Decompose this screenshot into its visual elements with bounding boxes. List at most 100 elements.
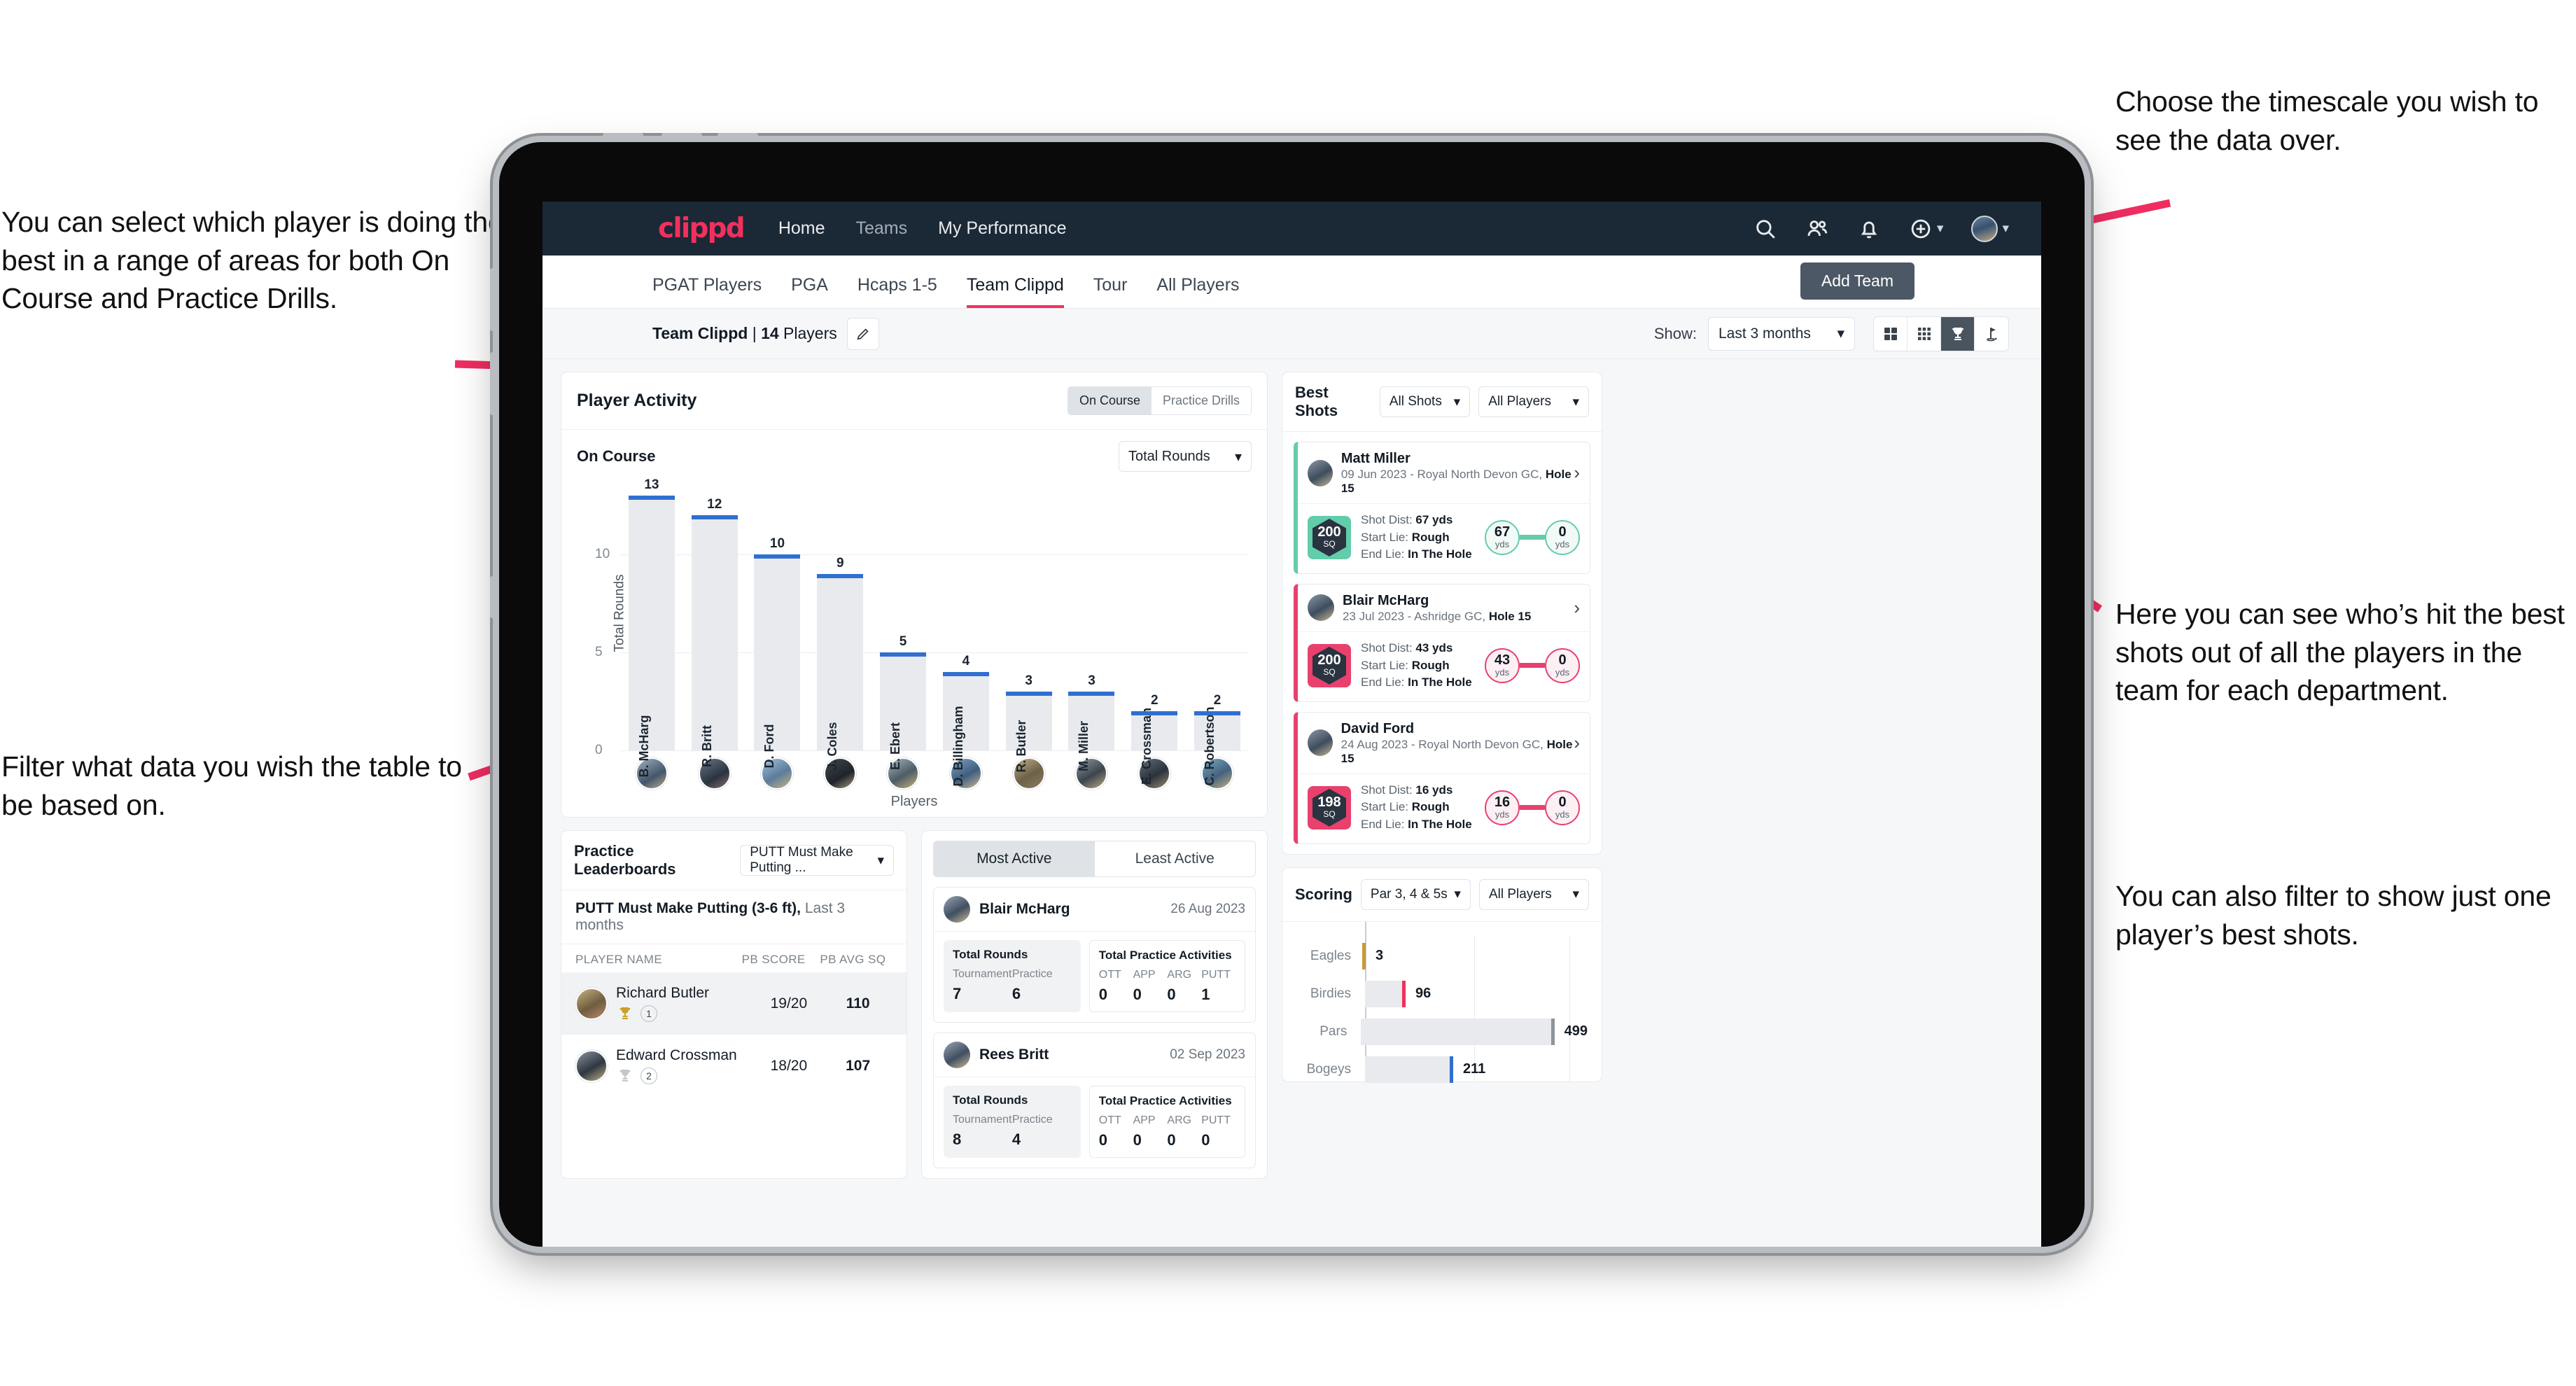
chevron-right-icon[interactable]: ›: [1574, 462, 1580, 484]
tab-team-clippd[interactable]: Team Clippd: [966, 275, 1064, 308]
flag-icon-button[interactable]: [1975, 317, 2008, 351]
scoring-player-filter[interactable]: All Players ▾: [1478, 878, 1589, 910]
best-shots-player-filter[interactable]: All Players ▾: [1478, 386, 1589, 417]
bar-category: B. McHarg: [636, 715, 651, 778]
player-name: Blair McHarg: [1343, 592, 1429, 608]
scoring-par-filter[interactable]: Par 3, 4 & 5s ▾: [1360, 878, 1471, 910]
tab-hcaps-1-5[interactable]: Hcaps 1-5: [858, 275, 937, 308]
segment-practice-drills[interactable]: Practice Drills: [1151, 387, 1251, 414]
nav-link-my-performance[interactable]: My Performance: [938, 218, 1066, 239]
segment-on-course[interactable]: On Course: [1068, 387, 1152, 414]
grid-small-icon-button[interactable]: [1907, 316, 1941, 351]
nav-icon-group: ▾ ▾: [1754, 215, 2009, 242]
metric-value: Total Rounds: [1128, 448, 1210, 464]
pb-score: 19/20: [770, 995, 808, 1011]
trophy-icon-button[interactable]: [1941, 316, 1975, 351]
shot-dist-value: 43 yds: [1415, 640, 1453, 654]
activity-date: 26 Aug 2023: [1170, 902, 1245, 916]
table-row[interactable]: Edward Crossman 2 18/20 107: [561, 1035, 906, 1097]
best-shots-shot-filter[interactable]: All Shots ▾: [1379, 386, 1471, 417]
bar-category: M. Miller: [1077, 720, 1091, 772]
practice-label: PUTT: [1201, 1114, 1231, 1126]
bar-group: 10 D. Ford: [746, 476, 809, 769]
practice-label: ARG: [1167, 1114, 1192, 1126]
rounds-label: Practice: [1011, 1114, 1053, 1126]
best-shot-card[interactable]: Blair McHarg 23 Jul 2023 - Ashridge GC, …: [1294, 583, 1590, 702]
shot-details: Shot Dist: 67 yds Start Lie: Rough End L…: [1361, 512, 1472, 564]
best-shot-card[interactable]: Matt Miller 09 Jun 2023 - Royal North De…: [1294, 442, 1590, 574]
badge-value: 198: [1317, 794, 1341, 810]
player-activity-chart: Total Rounds 0 5 10 13 B. McHarg 12 R. Bri…: [577, 476, 1252, 787]
shot-date-course: 24 Aug 2023 - Royal North Devon GC,: [1340, 737, 1547, 751]
people-icon[interactable]: [1805, 217, 1829, 241]
tab-pgat-players[interactable]: PGAT Players: [652, 275, 762, 308]
timescale-select[interactable]: Last 3 months ▾: [1708, 316, 1855, 351]
chevron-right-icon[interactable]: ›: [1574, 597, 1580, 619]
bar-group: 3 M. Miller: [1060, 476, 1124, 771]
distance-to-unit: yds: [1555, 667, 1570, 678]
bar-category: R. Butler: [1014, 720, 1028, 773]
avatar: [944, 896, 970, 923]
activity-tabs: Most Active Least Active: [933, 841, 1256, 877]
drill-select[interactable]: PUTT Must Make Putting ... ▾: [740, 845, 894, 876]
shot-distance-visual: 16 yds 0 yds: [1485, 790, 1580, 825]
bar-value: 9: [836, 555, 844, 570]
total-rounds-title: Total Rounds: [953, 1093, 1028, 1107]
tab-least-active[interactable]: Least Active: [1094, 841, 1255, 876]
clippd-logo[interactable]: clippd: [658, 213, 746, 244]
shot-dist-label: Shot Dist:: [1361, 783, 1416, 797]
bar-value: 12: [707, 497, 722, 512]
chevron-right-icon[interactable]: ›: [1574, 732, 1580, 754]
scoring-card: Scoring Par 3, 4 & 5s ▾ All Players ▾ Ea…: [1282, 867, 1602, 1083]
scoring-row: Birdies 96: [1296, 975, 1588, 1013]
chart-ytick-5: 5: [595, 645, 603, 660]
practice-activities-box: Total Practice Activities OTT 0 APP 0 ARG 0…: [1088, 940, 1245, 1012]
bar-group: 3 R. Butler: [997, 476, 1060, 773]
tablet-side-button: [490, 576, 496, 618]
search-icon[interactable]: [1754, 217, 1777, 241]
end-lie-value: In The Hole: [1408, 818, 1472, 832]
start-lie-value: Rough: [1411, 530, 1450, 544]
activity-card[interactable]: Rees Britt 02 Sep 2023 Total Rounds Tour…: [933, 1032, 1256, 1168]
bar-category: J. Coles: [825, 722, 840, 771]
tab-most-active[interactable]: Most Active: [934, 841, 1095, 876]
bar-value: 5: [899, 634, 907, 650]
avatar-menu[interactable]: ▾: [1971, 215, 2009, 242]
metric-select[interactable]: Total Rounds ▾: [1119, 441, 1252, 472]
team-player-count: 14: [761, 324, 779, 342]
tab-pga[interactable]: PGA: [791, 275, 828, 308]
start-lie-label: Start Lie:: [1361, 658, 1412, 672]
end-lie-value: In The Hole: [1408, 547, 1472, 561]
rounds-value: 7: [953, 985, 962, 1002]
show-label: Show:: [1653, 324, 1697, 342]
rounds-label: Tournament: [953, 968, 1012, 980]
avatar: [1308, 729, 1333, 757]
end-lie-label: End Lie:: [1361, 676, 1408, 690]
bell-icon[interactable]: [1857, 217, 1881, 241]
shot-date-course: 09 Jun 2023 - Royal North Devon GC,: [1340, 468, 1546, 481]
plus-circle-menu[interactable]: ▾: [1909, 217, 1943, 241]
shot-quality-badge: 200 SQ: [1308, 515, 1351, 559]
nav-link-home[interactable]: Home: [778, 218, 825, 239]
best-shot-card[interactable]: David Ford 24 Aug 2023 - Royal North Dev…: [1294, 711, 1590, 844]
shot-filter-value: All Shots: [1389, 394, 1442, 409]
add-team-button[interactable]: Add Team: [1800, 262, 1914, 300]
bar-value: 4: [962, 653, 970, 668]
badge-unit: SQ: [1323, 809, 1336, 819]
edit-team-button[interactable]: [846, 317, 879, 350]
scoring-title: Scoring: [1295, 885, 1352, 903]
player-activity-title: Player Activity: [577, 391, 697, 410]
tab-all-players[interactable]: All Players: [1156, 275, 1239, 308]
table-row[interactable]: Richard Butler 1 19/20 110: [561, 972, 906, 1035]
practice-label: APP: [1133, 1114, 1156, 1126]
shot-details: Shot Dist: 43 yds Start Lie: Rough End L…: [1361, 640, 1472, 692]
shot-dist-label: Shot Dist:: [1361, 640, 1416, 654]
practice-value: 0: [1201, 1131, 1210, 1149]
grid-large-icon-button[interactable]: [1874, 316, 1907, 351]
avatar: [944, 1042, 970, 1068]
team-label: Team Clippd | 14 Players: [652, 324, 837, 343]
nav-link-teams[interactable]: Teams: [856, 218, 908, 239]
activity-card[interactable]: Blair McHarg 26 Aug 2023 Total Rounds To…: [933, 887, 1256, 1023]
annotation-left-top: You can select which player is doing the…: [1, 206, 504, 315]
tab-tour[interactable]: Tour: [1093, 275, 1128, 308]
